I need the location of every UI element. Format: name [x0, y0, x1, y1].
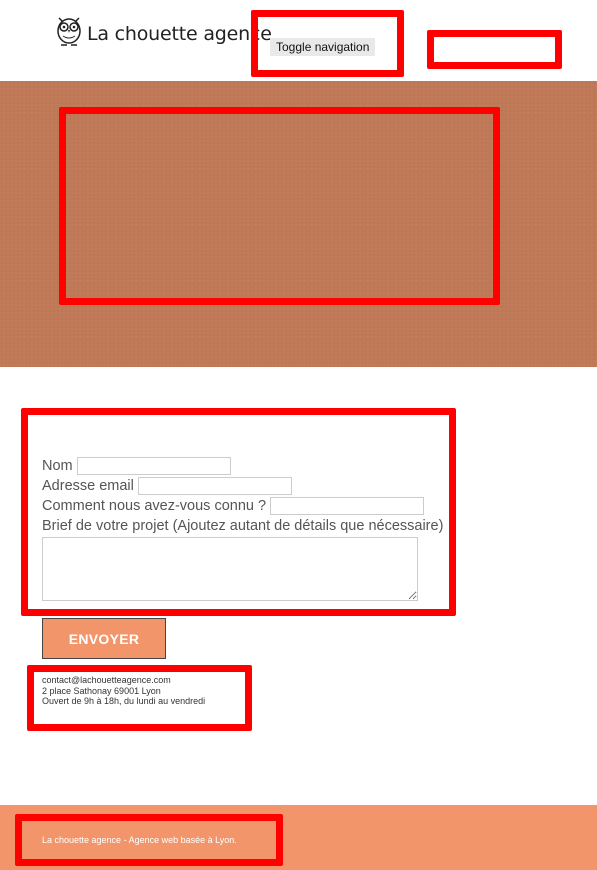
- brand-name: La chouette agence: [87, 22, 272, 45]
- highlight-box-header-right: [427, 30, 562, 69]
- highlight-box-footer: [15, 814, 283, 866]
- highlight-box-contact: [27, 665, 252, 731]
- owl-icon: [55, 14, 83, 53]
- brand-logo[interactable]: La chouette agence: [55, 14, 272, 53]
- highlight-box-form: [21, 408, 456, 616]
- send-button[interactable]: ENVOYER: [42, 618, 166, 659]
- highlight-box-hero: [59, 107, 500, 305]
- highlight-box-toggle: [251, 10, 404, 77]
